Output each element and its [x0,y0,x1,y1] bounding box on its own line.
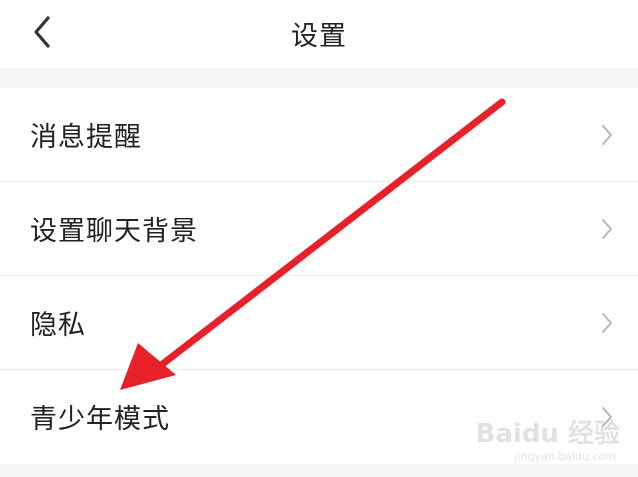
page-title: 设置 [291,21,347,52]
top-navigation-bar: 设置 [0,0,638,68]
chevron-right-icon [602,313,612,333]
settings-item-chat-background[interactable]: 设置聊天背景 [0,182,638,276]
watermark-brand: Baidu 经验 [475,419,620,449]
watermark-url: jingyan.baidu.com [514,450,616,463]
chevron-right-icon [602,219,612,239]
settings-item-label: 隐私 [30,310,86,341]
settings-item-label: 设置聊天背景 [30,216,198,247]
settings-list: 消息提醒 设置聊天背景 隐私 青少年模式 [0,88,638,464]
settings-item-label: 青少年模式 [30,404,170,435]
settings-item-privacy[interactable]: 隐私 [0,276,638,370]
settings-item-label: 消息提醒 [30,122,142,153]
settings-page: 设置 消息提醒 设置聊天背景 隐私 青少年模式 Baidu 经验 jingyan… [0,0,638,477]
settings-item-message-reminder[interactable]: 消息提醒 [0,88,638,182]
chevron-right-icon [602,125,612,145]
baidu-jingyan-watermark: Baidu 经验 jingyan.baidu.com [470,413,620,463]
